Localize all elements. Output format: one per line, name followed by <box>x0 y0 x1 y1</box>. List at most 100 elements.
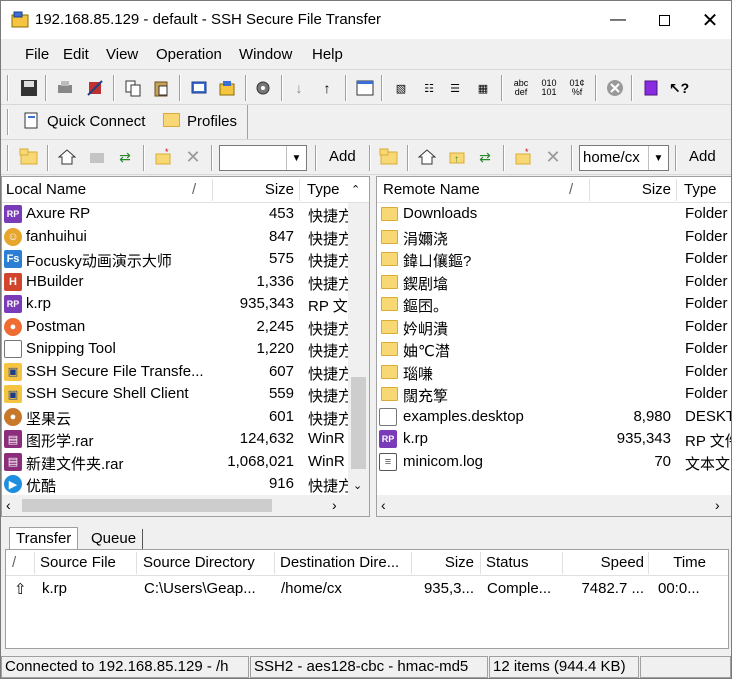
stop-icon[interactable] <box>603 76 627 100</box>
remote-create-folder-icon[interactable]: * <box>511 145 535 169</box>
local-col-size[interactable]: Size <box>214 181 294 198</box>
upload-icon[interactable]: ↑ <box>315 76 339 100</box>
view-toggle-icon[interactable] <box>353 76 377 100</box>
col-source-file[interactable]: Source File <box>40 554 116 571</box>
help-book-icon[interactable] <box>639 76 663 100</box>
remote-path-combo[interactable]: home/cx ▼ <box>579 145 669 171</box>
remote-file-row[interactable]: examples.desktop 8,980 DESKT <box>377 406 731 429</box>
ascii-mode-icon[interactable]: abc def <box>509 76 533 100</box>
auto-mode-icon[interactable]: 01¢ %f <box>565 76 589 100</box>
menu-operation[interactable]: Operation <box>156 46 222 63</box>
download-icon[interactable]: ↓ <box>287 76 311 100</box>
local-vscroll[interactable]: ⌄ <box>348 203 369 495</box>
large-icons-icon[interactable]: ▧ <box>389 76 413 100</box>
chevron-down-icon[interactable]: ▼ <box>648 146 668 170</box>
settings-icon[interactable] <box>251 76 275 100</box>
local-up-folder-icon[interactable] <box>17 145 41 169</box>
remote-file-row[interactable]: 闊充箰 Folder <box>377 383 731 406</box>
remote-file-row[interactable]: ≡ minicom.log 70 文本文 <box>377 451 731 474</box>
remote-file-row[interactable]: 涓嬭浇 Folder <box>377 226 731 249</box>
local-create-folder-icon[interactable]: * <box>151 145 175 169</box>
local-home-icon[interactable] <box>55 145 79 169</box>
local-file-row[interactable]: ▤ 新建文件夹.rar 1,068,021 WinR <box>2 451 346 474</box>
local-refresh-icon[interactable]: ⇄ <box>113 145 137 169</box>
local-col-type[interactable]: Type <box>307 181 340 198</box>
paste-icon[interactable] <box>149 76 173 100</box>
local-file-row[interactable]: HHBuilder 1,336 快捷方 <box>2 271 348 294</box>
minimize-button[interactable]: — <box>595 1 641 39</box>
remote-file-row[interactable]: 鏂囨。 Folder <box>377 293 731 316</box>
list-view-icon[interactable]: ☰ <box>443 76 467 100</box>
profiles-button[interactable]: Profiles <box>187 113 237 130</box>
col-destination-directory[interactable]: Destination Dire... <box>280 554 408 571</box>
scroll-down-icon[interactable]: ⌄ <box>353 479 362 492</box>
col-size[interactable]: Size <box>414 554 474 571</box>
menu-help[interactable]: Help <box>312 46 343 63</box>
local-file-row[interactable]: ▤ 图形学.rar 124,632 WinR <box>2 428 346 451</box>
scroll-left-icon[interactable]: ‹ <box>381 497 386 513</box>
local-vscroll-thumb[interactable] <box>351 377 366 469</box>
tab-transfer[interactable]: Transfer <box>9 527 79 549</box>
title-bar[interactable]: 192.168.85.129 - default - SSH Secure Fi… <box>1 1 731 39</box>
col-status[interactable]: Status <box>486 554 529 571</box>
maximize-button[interactable] <box>641 1 687 39</box>
remote-file-row[interactable]: 鍥剧墖 Folder <box>377 271 731 294</box>
menu-view[interactable]: View <box>106 46 138 63</box>
remote-add-button[interactable]: Add <box>689 148 716 165</box>
local-file-row[interactable]: ▣SSH Secure File Transfe... 607 快捷方 <box>2 361 348 384</box>
scroll-right-icon[interactable]: › <box>332 497 337 513</box>
disconnect-icon[interactable] <box>83 76 107 100</box>
transfer-row[interactable]: ⇧ k.rp C:\Users\Geap... /home/cx 935,3..… <box>6 578 728 601</box>
new-terminal-icon[interactable] <box>187 76 211 100</box>
remote-file-row[interactable]: 鍏ㄩ儴鏂? Folder <box>377 248 731 271</box>
local-file-row[interactable]: FsFocusky动画演示大师 575 快捷方 <box>2 248 348 271</box>
details-view-icon[interactable]: ▦ <box>471 76 495 100</box>
copy-icon[interactable] <box>121 76 145 100</box>
scroll-right-icon[interactable]: › <box>715 497 720 513</box>
local-path-combo[interactable]: ▼ <box>219 145 307 171</box>
menu-window[interactable]: Window <box>239 46 292 63</box>
quick-connect-button[interactable]: Quick Connect <box>47 113 145 130</box>
remote-file-row[interactable]: Downloads Folder <box>377 203 731 226</box>
local-file-row[interactable]: RPAxure RP 453 快捷方 <box>2 203 348 226</box>
remote-file-row[interactable]: RP k.rp 935,343 RP 文件 <box>377 428 731 451</box>
local-file-row[interactable]: ▣SSH Secure Shell Client 559 快捷方 <box>2 383 348 406</box>
local-file-row[interactable]: ●坚果云 601 快捷方 <box>2 406 348 429</box>
remote-file-row[interactable]: 瑙嗛 Folder <box>377 361 731 384</box>
local-add-button[interactable]: Add <box>329 148 356 165</box>
remote-file-row[interactable]: 妯℃澘 Folder <box>377 338 731 361</box>
local-file-row[interactable]: ▶优酷 916 快捷方 <box>2 473 348 496</box>
remote-home-icon[interactable] <box>415 145 439 169</box>
remote-folder-up-icon[interactable]: ↑ <box>445 145 469 169</box>
local-delete-icon[interactable]: ✕ <box>181 145 205 169</box>
local-col-name[interactable]: Local Name <box>6 181 86 198</box>
remote-col-name[interactable]: Remote Name <box>383 181 480 198</box>
remote-file-row[interactable]: 妗岄潰 Folder <box>377 316 731 339</box>
new-file-transfer-icon[interactable] <box>215 76 239 100</box>
small-icons-icon[interactable]: ☷ <box>417 76 441 100</box>
context-help-icon[interactable]: ↖? <box>667 76 691 100</box>
local-new-folder-icon[interactable] <box>85 145 109 169</box>
col-time[interactable]: Time <box>652 554 706 571</box>
binary-mode-icon[interactable]: 010 101 <box>537 76 561 100</box>
local-file-row[interactable]: ☺fanhuihui 847 快捷方 <box>2 226 348 249</box>
remote-delete-icon[interactable]: ✕ <box>541 145 565 169</box>
menu-edit[interactable]: Edit <box>63 46 89 63</box>
tab-queue[interactable]: Queue <box>85 529 144 549</box>
col-speed[interactable]: Speed <box>566 554 644 571</box>
close-button[interactable]: ✕ <box>687 1 731 39</box>
menu-file[interactable]: File <box>25 46 49 63</box>
local-hscroll[interactable]: ‹ › <box>2 495 369 516</box>
remote-refresh-icon[interactable]: ⇄ <box>473 145 497 169</box>
chevron-down-icon[interactable]: ▼ <box>286 146 306 170</box>
col-source-directory[interactable]: Source Directory <box>143 554 255 571</box>
scroll-left-icon[interactable]: ‹ <box>6 497 11 513</box>
remote-hscroll[interactable]: ‹ › <box>377 495 731 516</box>
local-file-row[interactable]: Snipping Tool 1,220 快捷方 <box>2 338 348 361</box>
local-file-row[interactable]: RP k.rp 935,343 RP 文 <box>2 293 348 316</box>
scroll-up-icon[interactable]: ⌃ <box>351 183 360 196</box>
local-hscroll-thumb[interactable] <box>22 499 272 512</box>
print-icon[interactable] <box>53 76 77 100</box>
remote-col-type[interactable]: Type <box>684 181 717 198</box>
remote-up-folder-icon[interactable] <box>377 145 401 169</box>
